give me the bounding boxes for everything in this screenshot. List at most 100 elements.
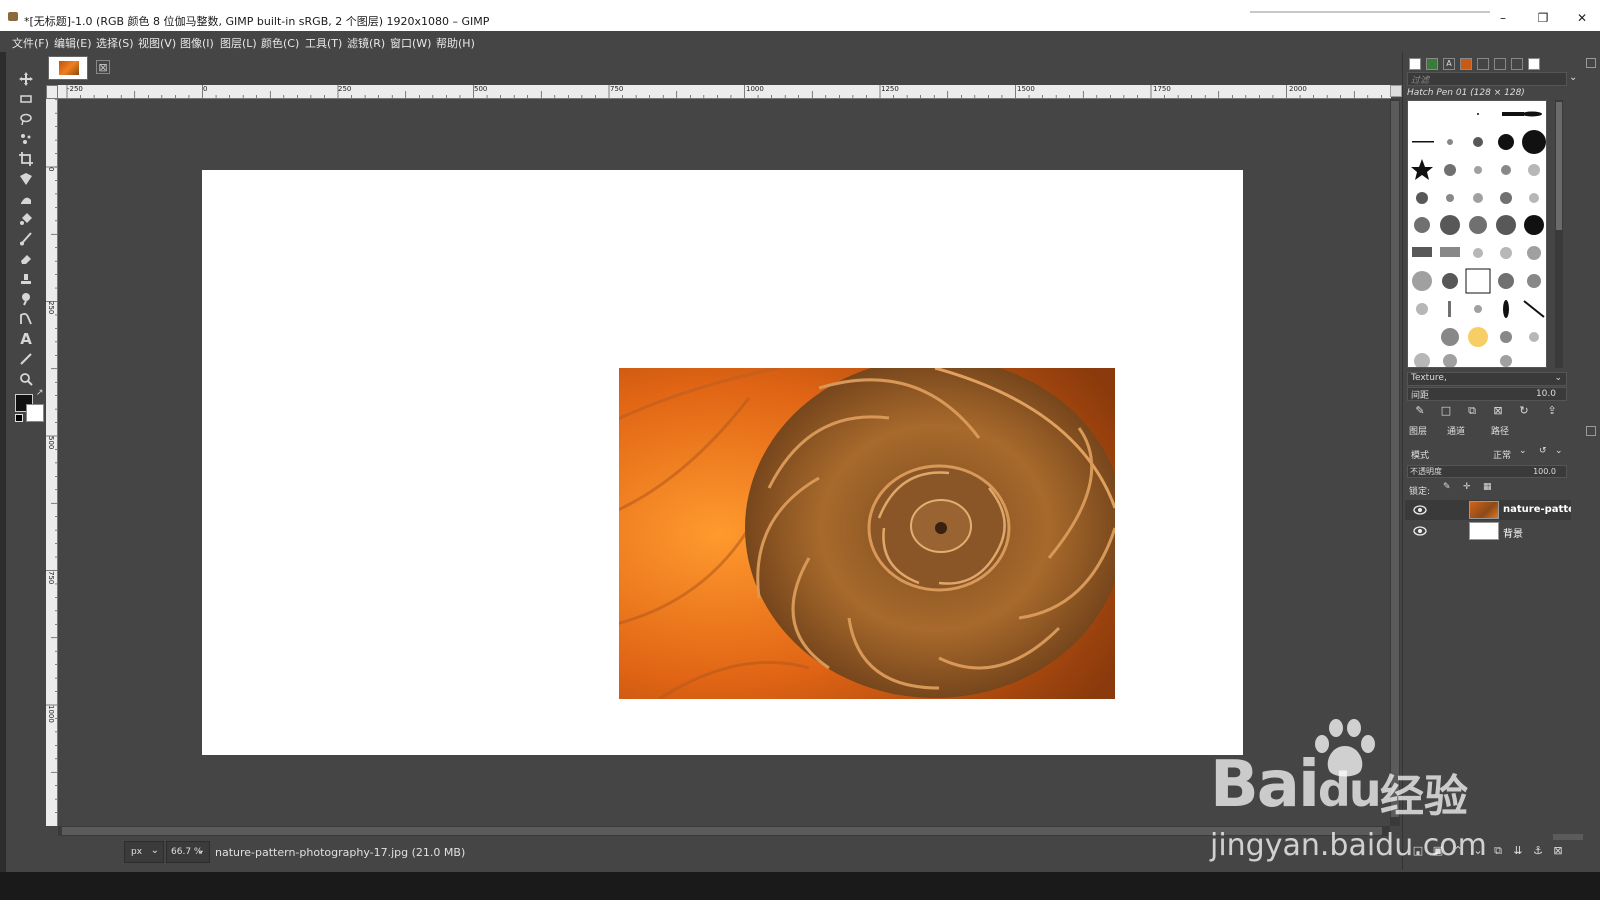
- warp-icon[interactable]: [16, 190, 36, 208]
- reset-colors-icon[interactable]: [15, 414, 23, 422]
- brushes-tab-icon[interactable]: [1409, 58, 1421, 70]
- zoom-select[interactable]: 66.7 % ⌄: [166, 841, 210, 863]
- edit-brush-icon[interactable]: ✎: [1413, 404, 1427, 418]
- brush-scroll-thumb[interactable]: [1556, 102, 1562, 230]
- layer-row[interactable]: nature-patter: [1405, 500, 1571, 520]
- watermark-cn: 经验: [1380, 771, 1468, 822]
- layer-name[interactable]: nature-patter: [1503, 504, 1571, 515]
- image-canvas[interactable]: [202, 170, 1243, 755]
- gradients-tab-icon[interactable]: [1460, 58, 1472, 70]
- chevron-down-icon[interactable]: ⌄: [1569, 72, 1577, 83]
- lock-position-icon[interactable]: ✛: [1463, 482, 1471, 492]
- clone-icon[interactable]: [16, 270, 36, 288]
- vertical-scroll-thumb[interactable]: [1391, 101, 1399, 817]
- swap-colors-icon[interactable]: ↗: [36, 388, 44, 398]
- paths-icon[interactable]: [16, 310, 36, 328]
- layers-config-icon[interactable]: [1586, 426, 1596, 436]
- menu-image[interactable]: 图像(I): [180, 35, 214, 51]
- ruler-label: 1000: [47, 705, 55, 723]
- close-button[interactable]: ✕: [1562, 8, 1600, 28]
- reset-mode-icon[interactable]: ↺: [1539, 446, 1547, 456]
- document-tab-icon[interactable]: [1528, 58, 1540, 70]
- mode-value[interactable]: 正常: [1493, 448, 1511, 461]
- tab-paths[interactable]: 路径: [1491, 424, 1509, 437]
- move-tool-icon[interactable]: [16, 70, 36, 88]
- menu-color[interactable]: 颜色(C): [261, 35, 299, 51]
- fonts-tab-icon[interactable]: A: [1443, 58, 1455, 70]
- spacing-label: 间距: [1411, 391, 1430, 401]
- menu-filters[interactable]: 滤镜(R): [347, 35, 385, 51]
- menu-select[interactable]: 选择(S): [96, 35, 134, 51]
- menu-view[interactable]: 视图(V): [138, 35, 176, 51]
- zoom-icon[interactable]: [16, 370, 36, 388]
- tool-options-tab-icon[interactable]: [1494, 58, 1506, 70]
- brush-filter-input[interactable]: 过滤: [1407, 72, 1567, 86]
- vertical-ruler[interactable]: 0 250 500 750 1000: [46, 99, 58, 826]
- lock-alpha-icon[interactable]: ▦: [1483, 482, 1492, 492]
- background-color-swatch[interactable]: [26, 404, 44, 422]
- canvas-area[interactable]: [58, 99, 1390, 826]
- menu-edit[interactable]: 编辑(E): [54, 35, 92, 51]
- brush-spacing-field[interactable]: 间距 10.0: [1407, 387, 1567, 401]
- layer-name[interactable]: 背景: [1503, 525, 1571, 540]
- transform-icon[interactable]: [16, 170, 36, 188]
- delete-brush-icon[interactable]: ⊠: [1491, 404, 1505, 418]
- merge-layer-icon[interactable]: ⇊: [1511, 844, 1525, 858]
- minimize-button[interactable]: –: [1483, 8, 1523, 28]
- smudge-icon[interactable]: [16, 290, 36, 308]
- eye-icon[interactable]: [1413, 525, 1427, 537]
- ruler-corner[interactable]: [46, 85, 58, 99]
- undo-tab-icon[interactable]: [1511, 58, 1523, 70]
- image-tab[interactable]: [48, 56, 88, 80]
- tab-layers[interactable]: 图层: [1409, 424, 1427, 437]
- spacing-value: 10.0: [1535, 389, 1556, 399]
- horizontal-scrollbar[interactable]: [58, 826, 1390, 836]
- chevron-down-icon[interactable]: ⌄: [1519, 446, 1527, 456]
- new-brush-icon[interactable]: □: [1439, 404, 1453, 418]
- opacity-field[interactable]: 不透明度 100.0: [1407, 465, 1567, 478]
- maximize-button[interactable]: ❐: [1523, 8, 1563, 28]
- open-brush-icon[interactable]: ⇪: [1545, 404, 1559, 418]
- layers-scrollbar[interactable]: [1553, 834, 1583, 840]
- duplicate-brush-icon[interactable]: ⧉: [1465, 404, 1479, 418]
- crop-icon[interactable]: [16, 150, 36, 168]
- text-icon[interactable]: A: [16, 330, 36, 348]
- paintbrush-icon[interactable]: [16, 230, 36, 248]
- delete-layer-icon[interactable]: ⊠: [1551, 844, 1565, 858]
- anchor-layer-icon[interactable]: ⚓: [1531, 844, 1545, 858]
- horizontal-ruler[interactable]: -250 0 250 500 750 1000 1250 1500 1750 2…: [58, 85, 1391, 99]
- lock-pixels-icon[interactable]: ✎: [1443, 482, 1451, 492]
- menu-windows[interactable]: 窗口(W): [390, 35, 431, 51]
- images-tab-icon[interactable]: [1477, 58, 1489, 70]
- tab-close-icon[interactable]: ⊠: [96, 60, 110, 74]
- brush-tag-select[interactable]: Texture, ⌄: [1407, 372, 1567, 386]
- menu-help[interactable]: 帮助(H): [436, 35, 475, 51]
- horizontal-scroll-thumb[interactable]: [62, 827, 1382, 835]
- color-picker-icon[interactable]: [16, 350, 36, 368]
- navigate-button[interactable]: [1390, 85, 1402, 97]
- lasso-icon[interactable]: [16, 110, 36, 128]
- tab-channels[interactable]: 通道: [1447, 424, 1465, 437]
- unit-select[interactable]: px ⌄: [124, 841, 164, 863]
- chevron-down-icon: ⌄: [1554, 373, 1562, 383]
- fuzzy-select-icon[interactable]: [16, 130, 36, 148]
- chevron-down-icon[interactable]: ⌄: [1555, 446, 1563, 456]
- fill-icon[interactable]: [16, 210, 36, 228]
- nautilus-shell-photo: [619, 368, 1115, 699]
- menu-file[interactable]: 文件(F): [12, 35, 49, 51]
- menu-layer[interactable]: 图层(L): [220, 35, 257, 51]
- rect-select-icon[interactable]: [16, 90, 36, 108]
- patterns-tab-icon[interactable]: [1426, 58, 1438, 70]
- horizontal-ruler-ticks: [66, 85, 1382, 98]
- chevron-down-icon: ⌄: [196, 845, 205, 856]
- layer-row[interactable]: 背景: [1405, 521, 1571, 541]
- dock-config-icon[interactable]: [1586, 58, 1596, 68]
- vertical-scrollbar[interactable]: [1390, 99, 1400, 826]
- ruler-label: 0: [47, 167, 55, 172]
- eraser-icon[interactable]: [16, 250, 36, 268]
- refresh-brushes-icon[interactable]: ↻: [1517, 404, 1531, 418]
- brush-scrollbar[interactable]: [1555, 100, 1563, 368]
- eye-icon[interactable]: [1413, 504, 1427, 516]
- brush-grid[interactable]: [1407, 100, 1547, 368]
- menu-tools[interactable]: 工具(T): [305, 35, 342, 51]
